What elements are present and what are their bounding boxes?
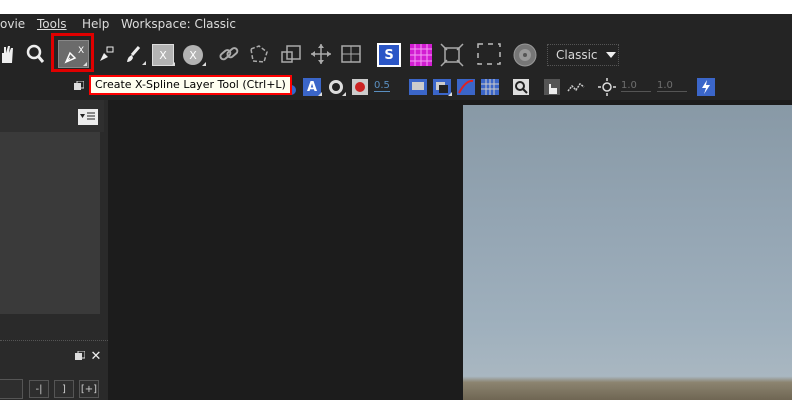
float-panel-button[interactable] xyxy=(74,350,86,362)
title-bar-strip xyxy=(0,0,792,14)
workspace-select[interactable]: Classic xyxy=(547,44,619,66)
overlay-mode-button[interactable] xyxy=(325,77,347,97)
close-panel-button[interactable]: ✕ xyxy=(90,348,102,364)
zoom-view-icon xyxy=(513,79,529,95)
chevron-down-icon xyxy=(605,52,616,58)
display-monitor-button[interactable] xyxy=(407,77,429,97)
shear-tool-button[interactable] xyxy=(338,42,364,66)
footage-frame-image xyxy=(463,105,792,400)
s-mode-toggle[interactable]: S xyxy=(376,42,402,68)
zoom-view-button[interactable] xyxy=(510,77,532,97)
exposure-field[interactable]: 1.0 xyxy=(621,80,651,92)
fast-render-button[interactable] xyxy=(695,77,717,97)
alpha-channel-button[interactable]: A xyxy=(301,77,323,97)
path-wave-icon xyxy=(567,82,585,92)
menu-tools-label: Tools xyxy=(37,17,67,31)
select-hand-button[interactable] xyxy=(541,77,563,97)
bspline-tool-button[interactable] xyxy=(96,42,118,66)
expand-icon xyxy=(440,43,464,67)
hand-tool-button[interactable] xyxy=(0,42,14,66)
link-tool-button[interactable] xyxy=(216,42,242,66)
path-tool-button[interactable] xyxy=(565,77,587,97)
tooltip: Create X-Spline Layer Tool (Ctrl+L) xyxy=(89,75,292,95)
matte-color-button[interactable] xyxy=(349,77,371,97)
gamma-field[interactable]: 1.0 xyxy=(657,80,687,92)
add-key-button[interactable]: [+] xyxy=(79,380,99,398)
magnifier-icon xyxy=(26,44,45,63)
s-square-icon: S xyxy=(377,43,401,67)
move-tool-button[interactable] xyxy=(308,42,334,66)
panel-field[interactable] xyxy=(0,379,23,399)
remove-key-button[interactable]: -| xyxy=(29,380,49,398)
zoom-tool-button[interactable] xyxy=(22,42,48,66)
panel-menu-button[interactable] xyxy=(78,109,98,125)
shear-icon xyxy=(341,45,361,63)
menu-tools[interactable]: Tools xyxy=(37,17,67,31)
menu-help[interactable]: Help xyxy=(82,17,109,31)
planar-tracker-button[interactable] xyxy=(511,41,539,69)
layer-stack-button[interactable] xyxy=(431,77,453,97)
magenta-grid-icon xyxy=(410,44,432,66)
link-icon xyxy=(219,47,239,61)
corner-pin-tool-button[interactable] xyxy=(474,40,504,68)
move-icon xyxy=(311,44,331,64)
corner-pin-icon xyxy=(477,43,501,65)
disc-icon xyxy=(513,43,537,67)
workspace-select-value: Classic xyxy=(556,48,598,62)
tool-highlight-box xyxy=(51,33,94,72)
monitor-icon xyxy=(409,79,427,95)
restore-window-icon xyxy=(75,351,85,360)
matte-red-icon xyxy=(352,79,368,95)
close-icon: ✕ xyxy=(90,348,102,364)
spline-curve-icon xyxy=(457,79,475,95)
dropdown-corner-icon xyxy=(318,92,322,96)
pointer-hand-icon xyxy=(544,79,560,95)
expand-tool-button[interactable] xyxy=(438,42,466,68)
dropdown-corner-icon xyxy=(448,92,452,96)
scale-icon xyxy=(281,45,301,63)
exposure-button[interactable] xyxy=(597,77,617,97)
paint-brush-tool-button[interactable] xyxy=(121,42,147,66)
lasso-icon xyxy=(250,45,268,63)
menu-list-icon xyxy=(80,112,95,120)
dropdown-corner-icon xyxy=(202,62,206,66)
x-circle-icon: X xyxy=(183,45,203,65)
lasso-tool-button[interactable] xyxy=(246,42,272,66)
restore-window-icon xyxy=(74,81,84,90)
spline-display-button[interactable] xyxy=(455,77,477,97)
bracket-button[interactable]: ] xyxy=(54,380,74,398)
scale-tool-button[interactable] xyxy=(278,42,304,66)
hand-icon xyxy=(2,46,13,63)
bspline-pen-icon xyxy=(100,46,114,61)
float-panel-icon[interactable] xyxy=(74,80,84,92)
create-x-layer-button[interactable]: X xyxy=(150,43,176,67)
grid-display-button[interactable] xyxy=(479,77,501,97)
blue-grid-icon xyxy=(481,79,499,95)
menu-movie[interactable]: ovie xyxy=(0,17,25,31)
dropdown-corner-icon xyxy=(171,62,175,66)
create-x-circle-button[interactable]: X xyxy=(179,43,207,67)
sun-icon xyxy=(598,78,616,96)
grid-toggle[interactable] xyxy=(407,42,435,68)
dropdown-corner-icon xyxy=(342,92,346,96)
workspace-label: Workspace: Classic xyxy=(121,17,236,31)
opacity-field[interactable]: 0.5 xyxy=(374,80,390,92)
layer-list-area xyxy=(0,132,100,314)
lightning-icon xyxy=(697,78,715,96)
menu-bar xyxy=(0,14,792,36)
dropdown-corner-icon xyxy=(142,61,146,65)
panel-divider xyxy=(0,340,108,342)
